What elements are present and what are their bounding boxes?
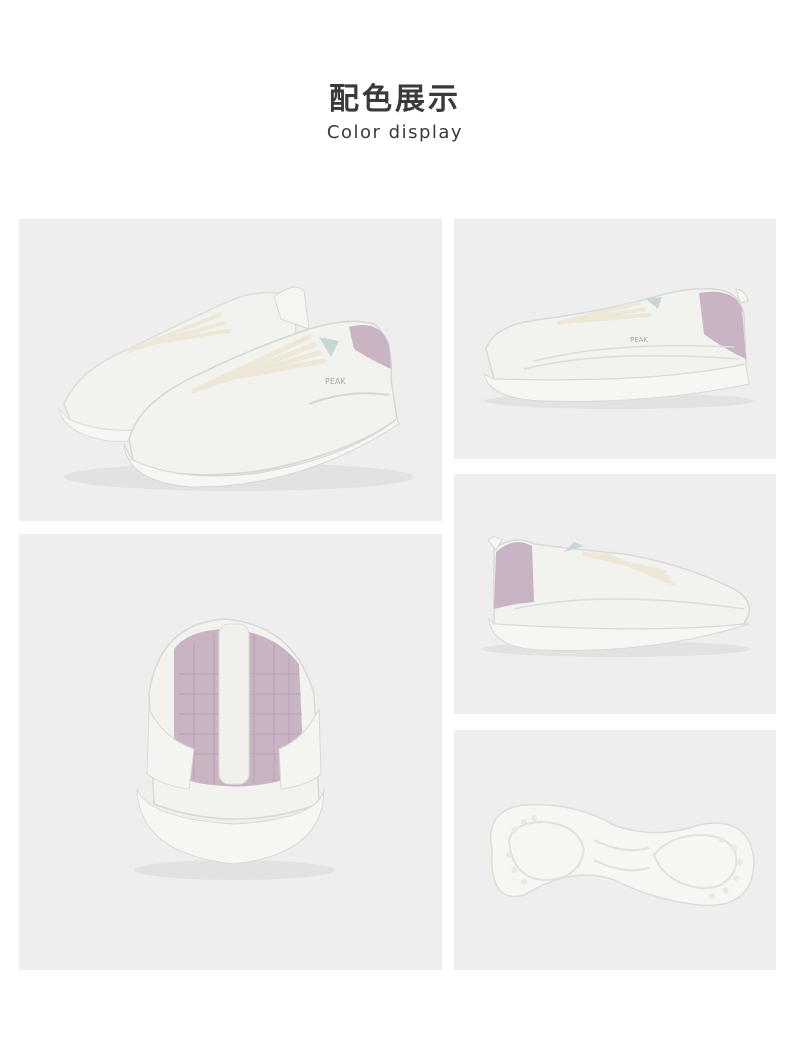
sneaker-outsole-image: [490, 803, 755, 907]
section-subtitle: Color display: [326, 122, 464, 143]
photo-outsole: [454, 730, 776, 970]
sneaker-medial-image: [481, 536, 751, 657]
sneaker-pair-image: PEAK: [58, 286, 414, 491]
photo-rear-view: [19, 534, 442, 970]
photo-side-lateral: PEAK: [454, 219, 776, 459]
photo-side-medial: [454, 474, 776, 714]
sneaker-side-image: PEAK: [483, 287, 754, 409]
brand-mark: PEAK: [325, 377, 346, 386]
section-title: 配色展示: [329, 82, 461, 117]
brand-mark: PEAK: [630, 336, 648, 344]
sneaker-rear-image: [134, 618, 334, 880]
photo-pair-front-three-quarter: PEAK: [19, 219, 442, 521]
